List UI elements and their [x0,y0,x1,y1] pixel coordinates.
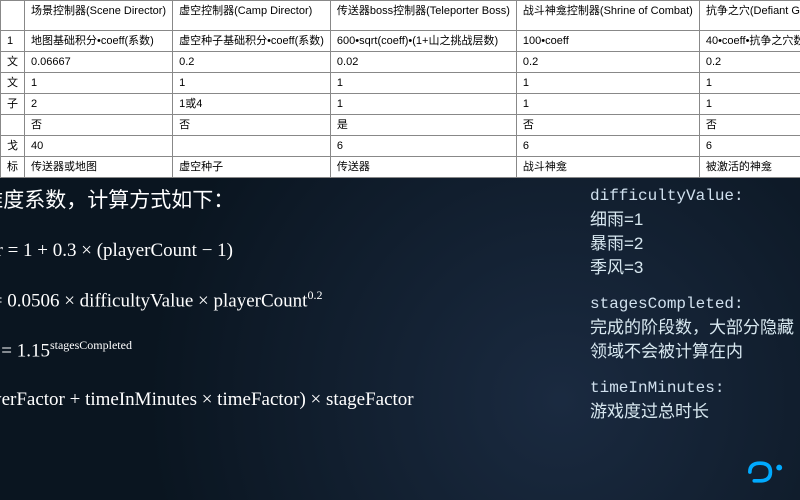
formula-panel: ff为难度系数，计算方式如下： yerFactor = 1 + 0.3 × (p… [0,178,586,456]
row-header-blank [1,1,25,31]
watermark-logo-icon [744,457,788,492]
row-lead-cell: 子 [1,94,25,115]
col-header: 虚空控制器(Camp Director) [173,1,331,31]
table-cell: 1 [330,94,516,115]
time-in-minutes-key: timeInMinutes: [590,376,796,400]
table-cell [173,136,331,157]
table-cell: 否 [516,115,699,136]
formula-player-factor: yerFactor = 1 + 0.3 × (playerCount − 1) [0,240,586,262]
table-cell: 战斗神龛 [516,157,699,178]
col-header: 战斗神龛控制器(Shrine of Combat) [516,1,699,31]
intro-text: ff为难度系数，计算方式如下： [0,184,586,214]
formula-stage-factor: geFactor = 1.15stagesCompleted [0,338,586,362]
table-cell: 否 [173,115,331,136]
table-cell: 被激活的神龛 [699,157,800,178]
table-cell: 1 [699,94,800,115]
table-cell: 传送器 [330,157,516,178]
row-lead-cell: 文 [1,52,25,73]
col-header: 抗争之穴(Defiant Gouge) [699,1,800,31]
difficulty-rainstorm: 暴雨=2 [590,232,796,256]
formula-coeff: ff = (playerFactor + timeInMinutes × tim… [0,389,586,411]
table-cell: 1 [516,94,699,115]
table-cell: 传送器或地图 [25,157,173,178]
row-lead-cell: 标 [1,157,25,178]
table-cell: 0.06667 [25,52,173,73]
row-lead-cell: 戈 [1,136,25,157]
table-cell: 6 [699,136,800,157]
table-cell: 40•coeff•抗争之穴数量 [699,31,800,52]
director-comparison-table: 场景控制器(Scene Director)虚空控制器(Camp Director… [0,0,800,178]
table-cell: 0.02 [330,52,516,73]
table-cell: 虚空种子基础积分•coeff(系数) [173,31,331,52]
table-cell: 否 [25,115,173,136]
table-row: 戈4066612 [1,136,800,157]
table-row: 1地图基础积分•coeff(系数)虚空种子基础积分•coeff(系数)600•s… [1,31,800,52]
table-cell: 1 [516,73,699,94]
col-header: 场景控制器(Scene Director) [25,1,173,31]
difficulty-monsoon: 季风=3 [590,256,796,280]
difficulty-drizzle: 细雨=1 [590,208,796,232]
table-cell: 2 [25,94,173,115]
formula-time-factor: eFactor = 0.0506 × difficultyValue × pla… [0,288,586,312]
stages-completed-key: stagesCompleted: [590,292,796,316]
table-cell: 0.2 [699,52,800,73]
table-cell: 地图基础积分•coeff(系数) [25,31,173,52]
table-row: 文0.066670.20.020.20.20.2 [1,52,800,73]
table-cell: 40 [25,136,173,157]
row-lead-cell: 1 [1,31,25,52]
row-lead-cell: 文 [1,73,25,94]
stages-completed-text2: 领域不会被计算在内 [590,340,796,364]
table-cell: 100•coeff [516,31,699,52]
table-cell: 600•sqrt(coeff)•(1+山之挑战层数) [330,31,516,52]
table-row: 标传送器或地图虚空种子传送器战斗神龛被激活的神龛四柱或深 [1,157,800,178]
table-cell: 1或4 [173,94,331,115]
table-cell: 否 [699,115,800,136]
table-cell: 0.2 [516,52,699,73]
stages-completed-text1: 完成的阶段数，大部分隐藏 [590,316,796,340]
table-cell: 虚空种子 [173,157,331,178]
table-cell: 1 [330,73,516,94]
variable-explain-panel: difficultyValue: 细雨=1 暴雨=2 季风=3 stagesCo… [586,178,800,456]
time-in-minutes-text: 游戏度过总时长 [590,400,796,424]
table-row: 子21或41111 [1,94,800,115]
table-cell: 6 [330,136,516,157]
table-cell: 是 [330,115,516,136]
table-row: 否否是否否否 [1,115,800,136]
table-cell: 1 [699,73,800,94]
table-cell: 6 [516,136,699,157]
table-cell: 1 [173,73,331,94]
difficulty-value-key: difficultyValue: [590,184,796,208]
table-cell: 0.2 [173,52,331,73]
row-lead-cell [1,115,25,136]
col-header: 传送器boss控制器(Teleporter Boss) [330,1,516,31]
table-row: 文111111 [1,73,800,94]
table-cell: 1 [25,73,173,94]
